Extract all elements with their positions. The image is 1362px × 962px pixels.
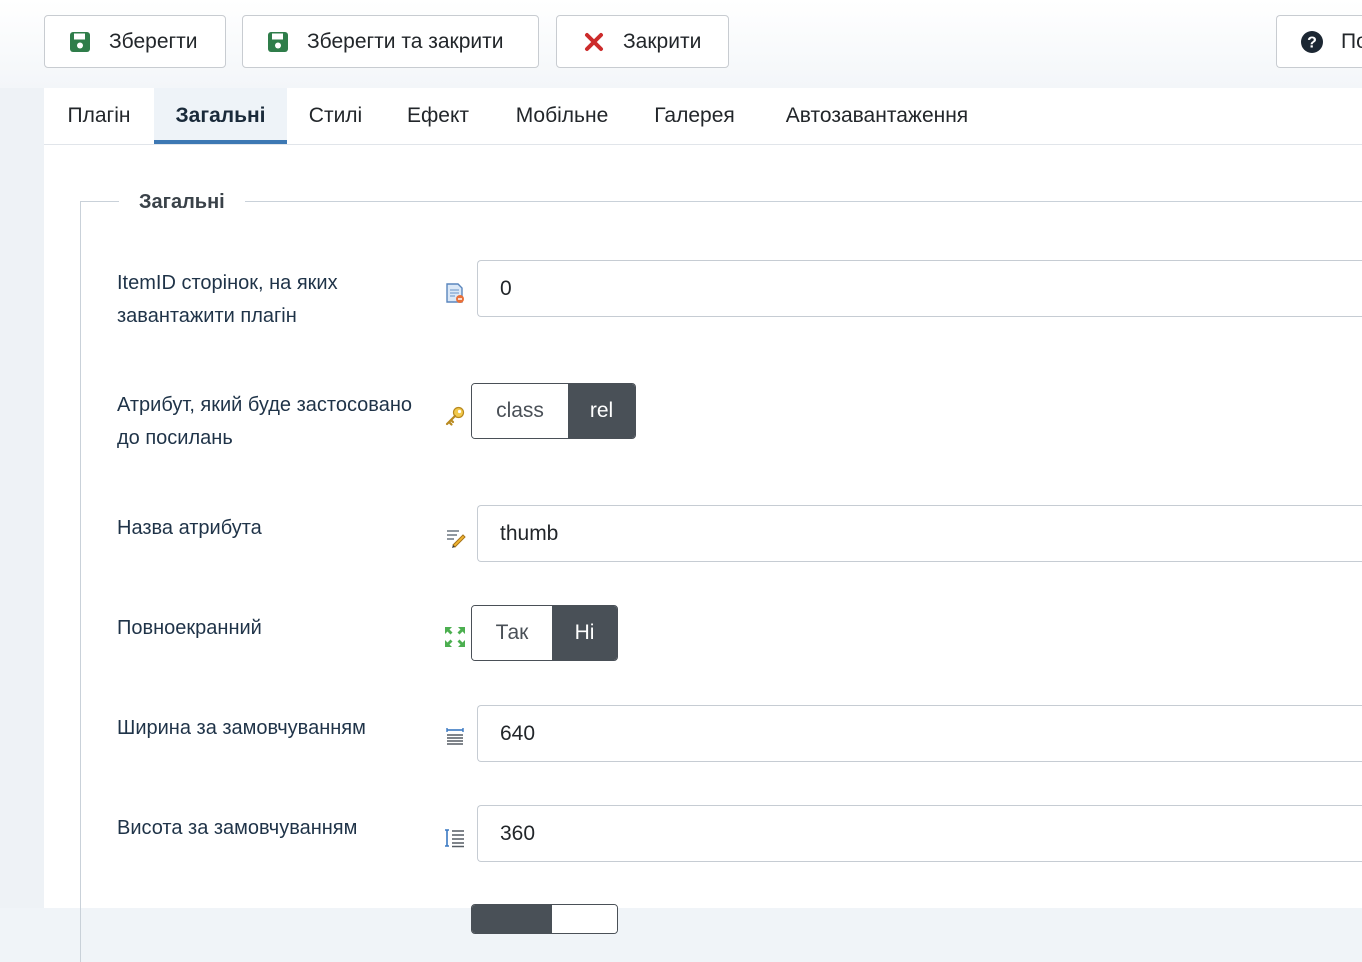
help-button[interactable]: ? По [1276,15,1362,68]
save-and-close-button-label: Зберегти та закрити [307,29,504,53]
fullscreen-option-no[interactable]: Ні [552,606,617,660]
close-button[interactable]: Закрити [556,15,729,68]
default-width-input[interactable]: 640 [477,705,1362,762]
tab-mobile[interactable]: Мобільне [492,88,632,144]
default-height-label: Висота за замовчуванням [117,817,358,839]
settings-panel: Плагін Загальні Стилі Ефект Мобільне Гал… [44,88,1362,962]
page-settings-icon [444,282,466,304]
help-button-label: По [1341,29,1362,53]
fullscreen-option-yes[interactable]: Так [472,606,552,660]
key-icon [444,405,466,427]
default-height-input[interactable]: 360 [477,805,1362,862]
width-icon [444,726,466,748]
question-circle-icon: ? [1299,29,1325,55]
save-icon [67,29,93,55]
fullscreen-label: Повноекранний [117,617,262,639]
save-button[interactable]: Зберегти [44,15,226,68]
save-button-label: Зберегти [109,29,198,53]
itemid-label: ItemID сторінок, на яких завантажити пла… [117,272,338,327]
itemid-input[interactable]: 0 [477,260,1362,317]
next-field-option-a[interactable] [472,905,552,933]
attribute-name-input[interactable]: thumb [477,505,1362,562]
close-icon [581,29,607,55]
fieldset-legend: Загальні [119,188,245,216]
svg-text:?: ? [1307,34,1317,51]
attribute-option-rel[interactable]: rel [568,384,635,438]
tab-bar: Плагін Загальні Стилі Ефект Мобільне Гал… [44,88,1362,145]
save-and-close-button[interactable]: Зберегти та закрити [242,15,539,68]
tab-general[interactable]: Загальні [154,88,287,144]
default-width-label: Ширина за замовчуванням [117,717,366,739]
tab-gallery[interactable]: Галерея [632,88,757,144]
tab-autoload[interactable]: Автозавантаження [757,88,997,144]
next-field-switch[interactable] [471,904,618,934]
toolbar: Зберегти Зберегти та закрити Закрити ? П… [0,0,1362,89]
attribute-switch[interactable]: class rel [471,383,636,439]
attribute-label: Атрибут, який буде застосовано до посила… [117,394,412,449]
attribute-option-class[interactable]: class [472,384,568,438]
fullscreen-switch[interactable]: Так Ні [471,605,618,661]
tab-effect[interactable]: Ефект [384,88,492,144]
next-field-option-b[interactable] [552,905,617,933]
text-edit-icon [444,526,466,548]
sidebar-strip [0,88,44,908]
attribute-name-label: Назва атрибута [117,517,262,539]
save-icon [265,29,291,55]
tab-plugin[interactable]: Плагін [44,88,154,144]
close-button-label: Закрити [623,29,702,53]
height-icon [444,827,466,849]
fullscreen-icon [444,626,466,648]
tab-styles[interactable]: Стилі [287,88,384,144]
